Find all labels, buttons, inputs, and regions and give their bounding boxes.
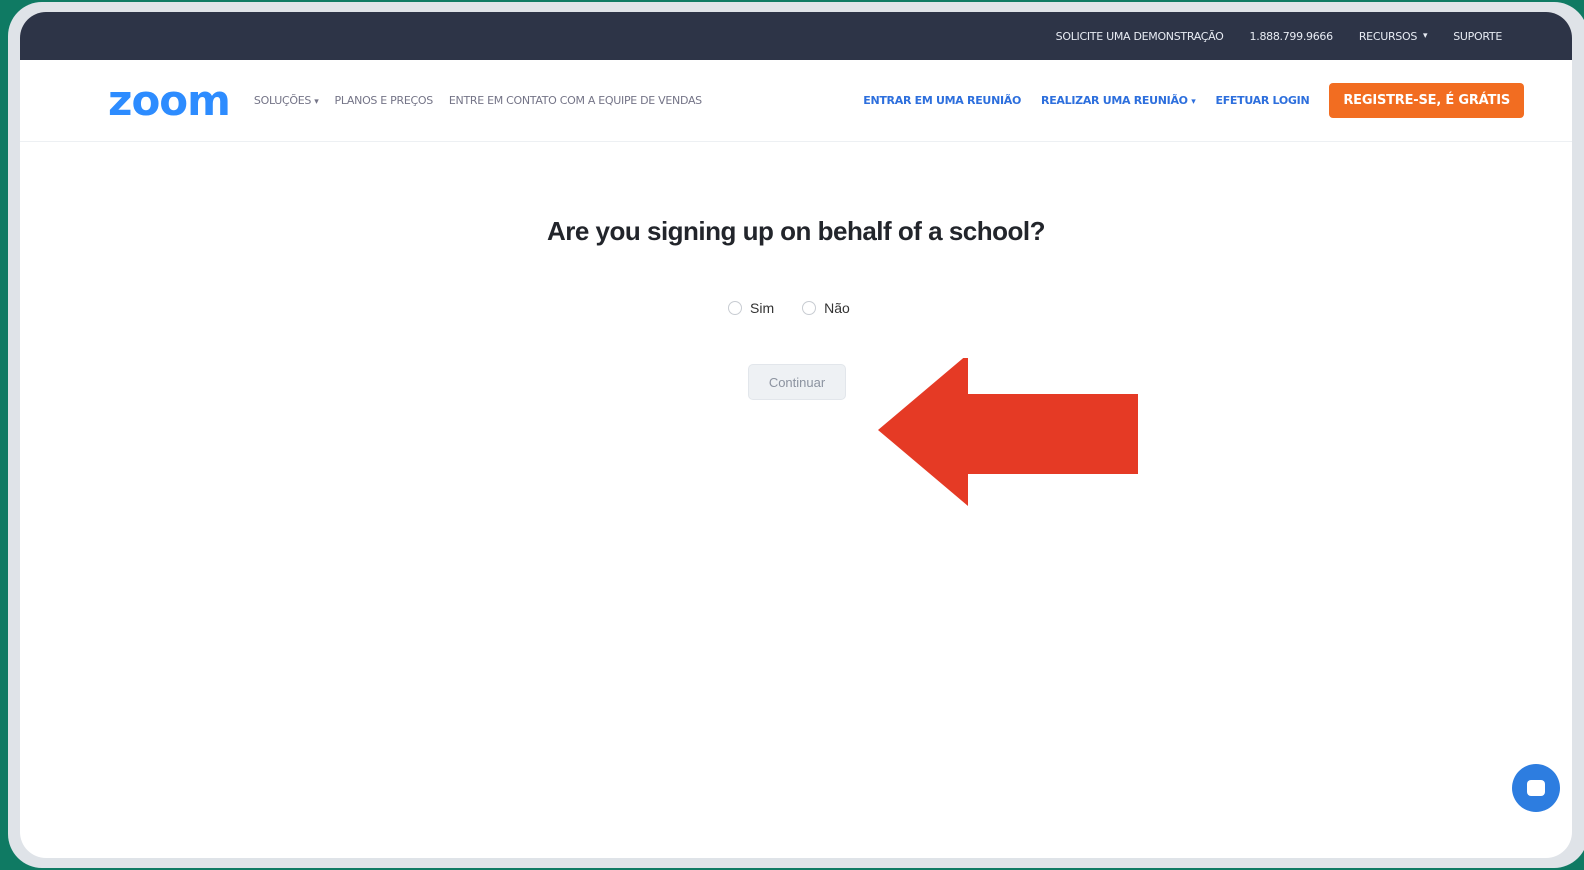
chat-icon	[1527, 780, 1545, 796]
support-link[interactable]: SUPORTE	[1453, 30, 1502, 43]
chat-button[interactable]	[1512, 764, 1560, 812]
resources-menu[interactable]: RECURSOS ▾	[1359, 30, 1428, 43]
school-options: Sim Não	[728, 300, 850, 316]
host-meeting-menu[interactable]: REALIZAR UMA REUNIÃO ▾	[1041, 94, 1196, 107]
contact-sales-link[interactable]: ENTRE EM CONTATO COM A EQUIPE DE VENDAS	[449, 94, 702, 107]
left-arrow-icon	[878, 358, 1138, 506]
plans-pricing-link[interactable]: PLANOS E PREÇOS	[335, 94, 434, 107]
signup-form: Are you signing up on behalf of a school…	[20, 142, 1572, 858]
chevron-down-icon: ▾	[1191, 97, 1196, 107]
right-nav-links: ENTRAR EM UMA REUNIÃO REALIZAR UMA REUNI…	[863, 83, 1524, 118]
chevron-down-icon: ▾	[1423, 30, 1428, 41]
top-utility-bar: SOLICITE UMA DEMONSTRAÇÃO 1.888.799.9666…	[20, 12, 1572, 60]
school-question: Are you signing up on behalf of a school…	[546, 216, 1046, 246]
signup-free-button[interactable]: REGISTRE-SE, É GRÁTIS	[1329, 83, 1524, 118]
main-navigation: zoom SOLUÇÕES ▾ PLANOS E PREÇOS ENTRE EM…	[20, 60, 1572, 142]
radio-yes[interactable]	[728, 301, 742, 315]
screenshot-frame: SOLICITE UMA DEMONSTRAÇÃO 1.888.799.9666…	[8, 2, 1584, 868]
option-no[interactable]: Não	[802, 300, 850, 316]
sign-in-link[interactable]: EFETUAR LOGIN	[1216, 94, 1310, 107]
chevron-down-icon: ▾	[314, 97, 319, 107]
solutions-menu[interactable]: SOLUÇÕES ▾	[254, 94, 319, 107]
join-meeting-link[interactable]: ENTRAR EM UMA REUNIÃO	[863, 94, 1021, 107]
radio-no[interactable]	[802, 301, 817, 315]
left-nav-links: SOLUÇÕES ▾ PLANOS E PREÇOS ENTRE EM CONT…	[254, 94, 702, 107]
phone-number-link[interactable]: 1.888.799.9666	[1250, 30, 1334, 43]
request-demo-link[interactable]: SOLICITE UMA DEMONSTRAÇÃO	[1056, 30, 1224, 43]
continue-button[interactable]: Continuar	[748, 364, 846, 400]
option-yes[interactable]: Sim	[728, 300, 774, 316]
zoom-logo[interactable]: zoom	[108, 76, 231, 125]
zoom-signup-page: SOLICITE UMA DEMONSTRAÇÃO 1.888.799.9666…	[20, 12, 1572, 858]
